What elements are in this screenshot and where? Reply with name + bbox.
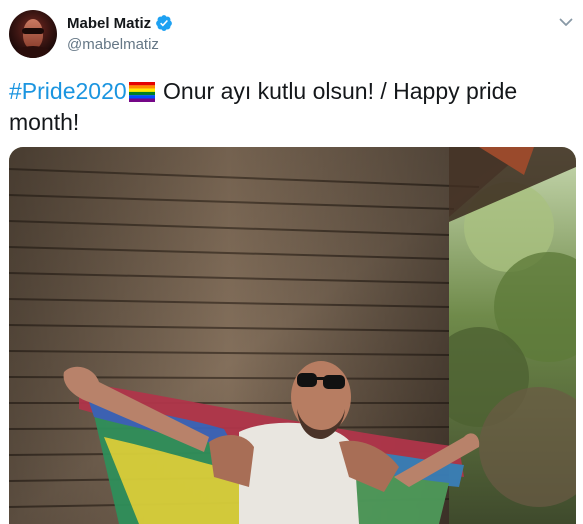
chevron-down-icon[interactable] <box>558 14 574 30</box>
photo-scene <box>9 147 576 524</box>
avatar[interactable] <box>9 10 57 58</box>
tweet-text: #Pride2020 Onur ayı kutlu olsun! / Happy… <box>9 76 569 138</box>
hashtag-link[interactable]: #Pride2020 <box>9 78 127 104</box>
rainbow-flag-icon <box>128 82 155 102</box>
tweet-card: Mabel Matiz @mabelmatiz #Pride2020 Onur … <box>0 0 583 524</box>
avatar-body <box>13 46 53 58</box>
verified-badge-icon <box>156 15 173 31</box>
author-handle[interactable]: @mabelmatiz <box>67 36 159 53</box>
author-name-row: Mabel Matiz <box>67 14 173 32</box>
tweet-photo[interactable] <box>9 147 576 524</box>
author-display-name[interactable]: Mabel Matiz <box>67 15 151 32</box>
avatar-sunglasses <box>22 28 44 34</box>
avatar-face <box>23 19 43 49</box>
